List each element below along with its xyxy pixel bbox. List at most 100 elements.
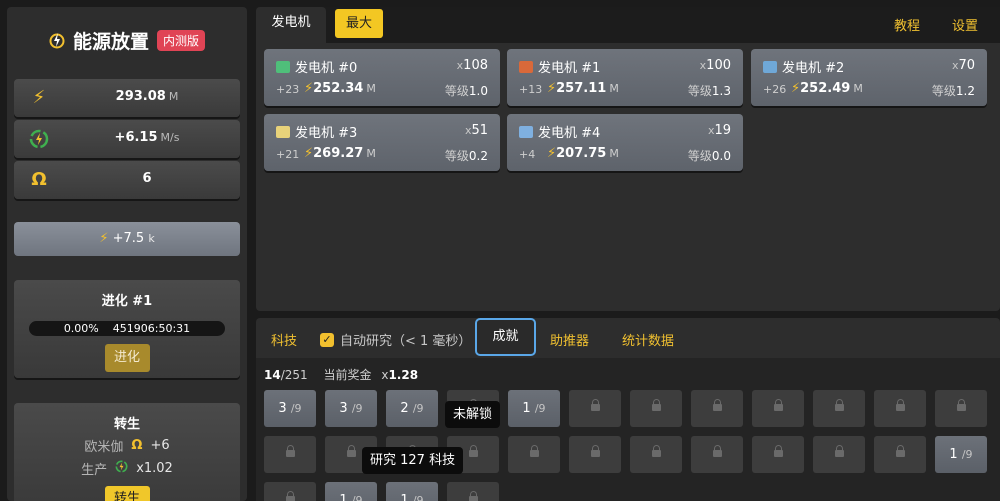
building-icon	[276, 125, 290, 138]
achievement-cell-locked[interactable]	[752, 436, 804, 473]
recycle-lightning-icon	[115, 460, 128, 477]
rebirth-prod-label: 生产	[81, 463, 108, 478]
generator-name: 发电机 #2	[763, 57, 844, 76]
generator-name: 发电机 #1	[519, 57, 600, 76]
boost-unit: k	[148, 232, 155, 245]
generator-card[interactable]: 发电机 #2 x70 +26 ⚡252.49 M 等级1.2	[751, 49, 987, 106]
rebirth-button[interactable]: 转生	[104, 486, 150, 501]
generator-count: x100	[699, 58, 731, 73]
achievement-total: /251	[280, 368, 308, 382]
lock-icon	[712, 445, 722, 459]
generator-name: 发电机 #3	[276, 122, 357, 141]
achievement-cell[interactable]: 3 /9	[325, 390, 377, 427]
tab-statistics[interactable]: 统计数据	[622, 330, 674, 349]
achievement-cell-locked[interactable]	[874, 436, 926, 473]
achievement-cell-locked[interactable]	[691, 436, 743, 473]
achievement-cell[interactable]: 2 /9	[386, 390, 438, 427]
generator-title: 发电机 #0	[295, 61, 358, 76]
achievement-cell-locked[interactable]	[447, 482, 499, 501]
evolve-button[interactable]: 进化	[104, 344, 150, 372]
generator-name: 发电机 #4	[519, 122, 600, 141]
building-icon	[276, 60, 290, 73]
rebirth-panel: 转生 欧米伽 Ω +6 生产 x1.02 转生	[14, 403, 240, 501]
achievement-cell-locked[interactable]	[569, 390, 621, 427]
achievement-cell-locked[interactable]	[630, 436, 682, 473]
lock-icon	[285, 491, 295, 501]
lightning-icon: ⚡	[99, 231, 109, 246]
building-icon	[763, 60, 777, 73]
generator-increment: +23	[276, 83, 300, 96]
auto-research-checkbox[interactable]: ✓ 自动研究（< 1 毫秒）	[320, 330, 471, 349]
lock-icon	[468, 445, 478, 459]
achievement-summary: 14/251 当前奖金 x1.28	[264, 366, 418, 383]
generator-title: 发电机 #3	[295, 126, 358, 141]
achievement-cell-locked[interactable]	[874, 390, 926, 427]
generator-card[interactable]: 发电机 #1 x100 +13 ⚡257.11 M 等级1.3	[507, 49, 743, 106]
settings-link[interactable]: 设置	[952, 15, 978, 34]
achievement-count: 14	[264, 368, 281, 382]
lock-icon	[590, 445, 600, 459]
tutorial-link[interactable]: 教程	[894, 15, 920, 34]
omega-value: 6	[142, 171, 152, 186]
tab-research[interactable]: 科技	[271, 330, 297, 349]
achievement-cell-locked[interactable]	[691, 390, 743, 427]
generator-power: ⚡207.75 M	[547, 146, 619, 161]
lock-icon	[529, 445, 539, 459]
recycle-lightning-icon	[28, 129, 50, 149]
lightning-icon: ⚡	[304, 81, 314, 96]
lock-icon	[834, 399, 844, 413]
rebirth-prod-value: x1.02	[136, 461, 173, 476]
boost-button[interactable]: ⚡ +7.5 k	[14, 222, 240, 256]
tab-achievements[interactable]: 成就	[475, 318, 536, 356]
rate-stat: +6.15 M/s	[14, 120, 240, 158]
achievement-cell-locked[interactable]	[508, 436, 560, 473]
lock-icon	[590, 399, 600, 413]
achievement-cell[interactable]: 3 /9	[264, 390, 316, 427]
rate-value: +6.15	[114, 130, 158, 145]
achievement-cell-locked[interactable]	[935, 390, 987, 427]
lock-icon	[651, 445, 661, 459]
achievement-cell-locked[interactable]	[813, 436, 865, 473]
achievement-cell-locked[interactable]	[264, 436, 316, 473]
achievement-cell[interactable]: 1 /9	[386, 482, 438, 501]
achievement-cell[interactable]: 1 /9	[325, 482, 377, 501]
generator-level: 等级0.0	[687, 149, 731, 163]
omega-icon: Ω	[31, 169, 47, 190]
generator-card[interactable]: 发电机 #0 x108 +23 ⚡252.34 M 等级1.0	[264, 49, 500, 106]
achievement-cell-locked[interactable]	[813, 390, 865, 427]
achievement-cell-locked[interactable]	[264, 482, 316, 501]
generator-title: 发电机 #4	[538, 126, 601, 141]
lightning-icon: ⚡	[32, 87, 46, 108]
lock-icon	[468, 491, 478, 501]
generator-card[interactable]: 发电机 #3 x51 +21 ⚡269.27 M 等级0.2	[264, 114, 500, 171]
generator-power: ⚡257.11 M	[547, 81, 619, 96]
power-stat: ⚡ 293.08 M	[14, 79, 240, 117]
beta-badge: 内测版	[157, 29, 206, 51]
lock-icon	[773, 445, 783, 459]
sidebar: 能源放置 内测版 ⚡ 293.08 M +6.15 M/s Ω 6 ⚡ +7.5 k…	[7, 7, 247, 501]
generator-increment: +13	[519, 83, 543, 96]
generator-power: ⚡252.49 M	[791, 81, 863, 96]
achievement-cell-locked[interactable]	[569, 436, 621, 473]
generator-count: x19	[707, 123, 731, 138]
achievement-cell[interactable]: 1 /9	[508, 390, 560, 427]
auto-research-label: 自动研究（< 1 毫秒）	[340, 334, 472, 349]
generator-title: 发电机 #2	[782, 61, 845, 76]
achievement-cell-locked[interactable]	[630, 390, 682, 427]
evolve-progress-bar: 0.00% 451906:50:31	[29, 321, 225, 336]
lower-panel: 科技 ✓ 自动研究（< 1 毫秒） 成就 助推器 统计数据 14/251 当前奖…	[256, 318, 1000, 501]
game-app: 能源放置 内测版 ⚡ 293.08 M +6.15 M/s Ω 6 ⚡ +7.5 k…	[0, 0, 1000, 501]
generator-increment: +4	[519, 148, 536, 161]
achievement-cell-locked[interactable]	[752, 390, 804, 427]
max-button[interactable]: 最大	[335, 9, 383, 38]
lightning-icon: ⚡	[304, 146, 314, 161]
tab-boosters[interactable]: 助推器	[550, 330, 589, 349]
evolve-percent: 0.00%	[63, 322, 99, 335]
generator-level: 等级1.0	[444, 84, 488, 98]
generators-panel: 发电机 最大 教程 设置 发电机 #0 x108 +23 ⚡252.34 M 等级1.0 发…	[256, 7, 1000, 311]
tab-generators[interactable]: 发电机	[256, 7, 326, 43]
generator-level: 等级1.2	[931, 84, 975, 98]
generator-card[interactable]: 发电机 #4 x19 +4 ⚡207.75 M 等级0.0	[507, 114, 743, 171]
achievement-cell[interactable]: 1 /9	[935, 436, 987, 473]
generator-count: x70	[951, 58, 975, 73]
